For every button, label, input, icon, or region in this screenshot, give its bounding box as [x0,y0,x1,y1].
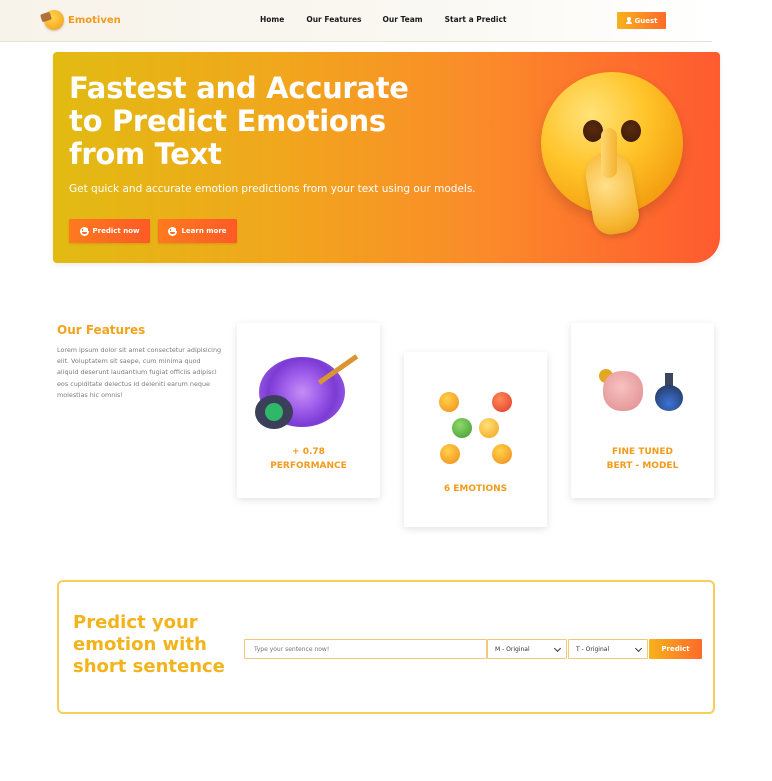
card-label-line2: BERT - MODEL [606,461,679,471]
brain-icon [603,371,643,411]
predict-now-label: Predict now [92,227,140,235]
love-emoji-icon [492,444,512,464]
flask-bulb [655,385,683,411]
predict-panel: Predict your emotion with short sentence… [57,580,715,714]
top-navbar: Emotiven Home Our Features Our Team Star… [0,0,712,42]
guest-button[interactable]: Guest [617,12,666,29]
brand[interactable]: Emotiven [44,10,121,30]
hero-title: Fastest and Accurate to Predict Emotions… [69,71,409,171]
logo-icon [44,10,64,30]
guest-label: Guest [634,16,658,25]
features-title: Our Features [57,323,146,337]
learn-more-label: Learn more [181,227,227,235]
page: Emotiven Home Our Features Our Team Star… [0,0,772,781]
chevron-down-icon [553,644,562,653]
model-select-value: M - Original [495,645,530,653]
feature-card-emotions: 6 EMOTIONS [404,352,547,527]
card-label-line2: PERFORMANCE [270,461,347,471]
chevron-down-icon [634,644,643,653]
emoji-eye [583,120,603,142]
emoji-eye [621,120,641,142]
card-label-line1: + 0.78 [292,447,325,457]
model-select[interactable]: M - Original [487,639,567,659]
angry-emoji-icon [492,392,512,412]
nav-link-team[interactable]: Our Team [383,15,423,24]
flask-icon [655,373,683,411]
predict-button[interactable]: Predict [649,639,702,659]
fear-emoji-icon [479,418,499,438]
features-description: Lorem ipsum dolor sit amet consectetur a… [57,346,222,399]
learn-more-button[interactable]: Learn more [158,219,237,243]
sentence-input[interactable] [244,639,487,659]
predict-title: Predict your emotion with short sentence [73,612,225,677]
shushing-emoji-illustration [541,72,686,238]
sad-emoji-icon [439,392,459,412]
text-select-value: T - Original [576,645,610,653]
smile-icon [168,226,178,236]
predict-now-button[interactable]: Predict now [69,219,150,243]
nav-link-features[interactable]: Our Features [306,15,361,24]
brand-name: Emotiven [68,14,121,26]
emoji-finger [601,128,617,178]
nav-link-home[interactable]: Home [260,15,284,24]
text-select[interactable]: T - Original [568,639,648,659]
feature-card-performance: + 0.78 PERFORMANCE [237,323,380,498]
target-icon [255,353,365,433]
card-label-line1: FINE TUNED [612,447,673,457]
hero-subtitle: Get quick and accurate emotion predictio… [69,183,476,195]
user-icon [625,17,632,24]
main-menu: Home Our Features Our Team Start a Predi… [260,15,507,24]
sick-emoji-icon [452,418,472,438]
nav-link-start-predict[interactable]: Start a Predict [445,15,507,24]
feature-card-model: FINE TUNED BERT - MODEL [571,323,714,498]
smile-icon [79,226,89,236]
surprise-emoji-icon [440,444,460,464]
hero-banner: Fastest and Accurate to Predict Emotions… [53,52,720,263]
card-label-line1: 6 EMOTIONS [443,484,508,494]
check-icon [255,395,293,429]
